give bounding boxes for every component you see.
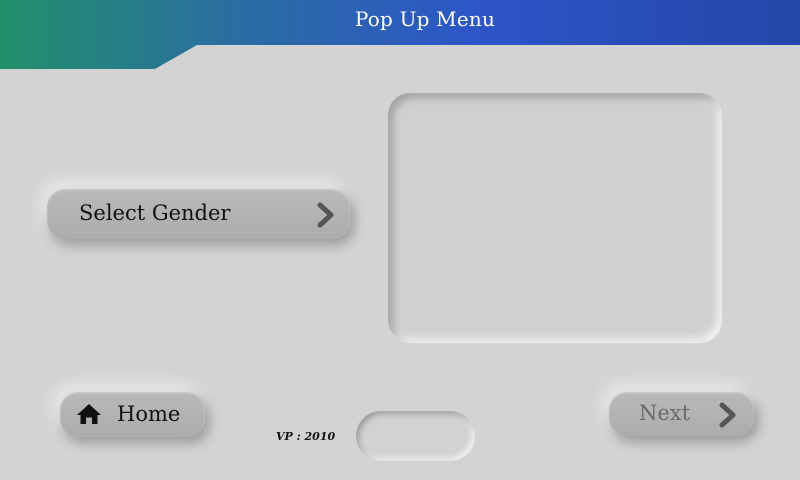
version-text: VP : 2010 [276, 430, 336, 443]
select-gender-label: Select Gender [79, 201, 231, 225]
next-label: Next [639, 401, 691, 425]
next-button[interactable]: Next [609, 392, 754, 436]
inset-pill-slot [356, 411, 475, 461]
chevron-right-icon [317, 202, 334, 228]
home-button[interactable]: Home [60, 392, 205, 437]
home-icon [77, 404, 101, 424]
chevron-right-icon [719, 402, 736, 428]
home-label: Home [117, 402, 181, 426]
select-gender-button[interactable]: Select Gender [47, 189, 350, 239]
page-title: Pop Up Menu [354, 7, 496, 31]
display-panel [388, 93, 721, 342]
screen: Pop Up Menu Select Gender Home VP : 2010… [0, 0, 800, 480]
